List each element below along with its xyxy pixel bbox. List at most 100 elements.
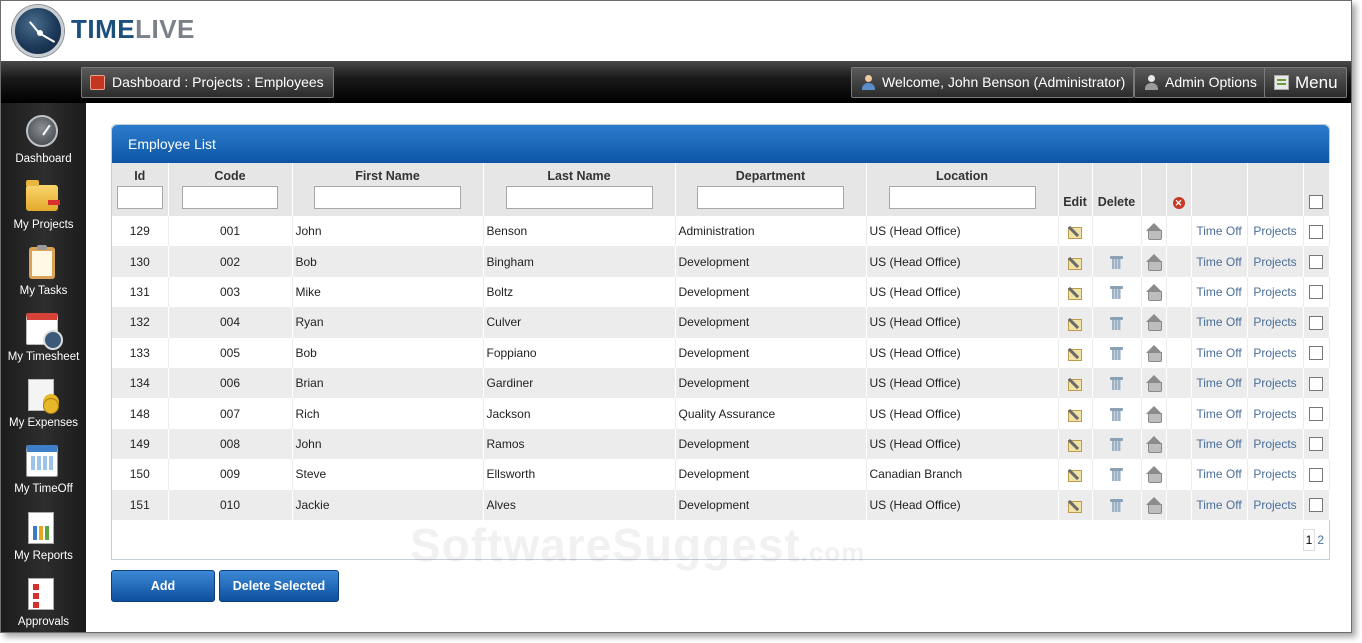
time-off-link[interactable]: Time Off: [1191, 337, 1248, 368]
row-checkbox[interactable]: [1309, 467, 1323, 482]
delete-icon[interactable]: [1110, 498, 1123, 512]
row-checkbox[interactable]: [1309, 498, 1323, 513]
time-off-link[interactable]: Time Off: [1191, 216, 1248, 247]
column-header-department[interactable]: Department: [675, 163, 867, 216]
row-checkbox[interactable]: [1309, 437, 1323, 452]
delete-icon[interactable]: [1110, 438, 1123, 452]
delete-icon[interactable]: [1110, 316, 1123, 330]
sidebar-item-my-reports[interactable]: My Reports: [1, 504, 86, 570]
time-off-link[interactable]: Time Off: [1191, 276, 1248, 308]
delete-icon[interactable]: [1110, 468, 1123, 482]
cell-blank: [1166, 428, 1192, 460]
delete-selected-button[interactable]: Delete Selected: [219, 570, 339, 602]
sidebar-item-my-expenses[interactable]: My Expenses: [1, 371, 86, 437]
time-off-link[interactable]: Time Off: [1191, 459, 1248, 490]
row-checkbox[interactable]: [1309, 346, 1323, 361]
edit-icon[interactable]: [1067, 377, 1083, 392]
projects-link[interactable]: Projects: [1247, 216, 1304, 247]
home-icon[interactable]: [1145, 375, 1163, 393]
sidebar-item-my-timeoff[interactable]: My TimeOff: [1, 437, 86, 503]
sidebar-item-my-timesheet[interactable]: My Timesheet: [1, 305, 86, 371]
home-icon[interactable]: [1145, 496, 1163, 514]
cell-first-name: Bob: [292, 337, 484, 368]
home-icon[interactable]: [1145, 223, 1163, 241]
projects-link[interactable]: Projects: [1247, 337, 1304, 368]
projects-link[interactable]: Projects: [1247, 428, 1304, 460]
admin-options-button[interactable]: Admin Options: [1134, 67, 1266, 98]
home-icon[interactable]: [1145, 314, 1163, 332]
time-off-link[interactable]: Time Off: [1191, 307, 1248, 338]
time-off-link[interactable]: Time Off: [1191, 489, 1248, 520]
column-header-select-all[interactable]: [1303, 163, 1330, 216]
projects-link[interactable]: Projects: [1247, 307, 1304, 338]
projects-link[interactable]: Projects: [1247, 246, 1304, 277]
sidebar-item-my-projects[interactable]: My Projects: [1, 173, 86, 239]
time-off-link[interactable]: Time Off: [1191, 367, 1248, 399]
cell-blank: [1166, 398, 1192, 429]
column-header-code[interactable]: Code: [168, 163, 293, 216]
projects-link[interactable]: Projects: [1247, 459, 1304, 490]
delete-icon[interactable]: [1110, 377, 1123, 391]
column-header-location[interactable]: Location: [866, 163, 1059, 216]
time-off-link[interactable]: Time Off: [1191, 398, 1248, 429]
filter-id-input[interactable]: [116, 186, 163, 209]
projects-link[interactable]: Projects: [1247, 489, 1304, 520]
page-2-link[interactable]: 2: [1315, 530, 1326, 550]
edit-icon[interactable]: [1067, 438, 1083, 453]
time-off-link[interactable]: Time Off: [1191, 428, 1248, 460]
row-checkbox[interactable]: [1309, 285, 1323, 300]
add-button[interactable]: Add: [111, 570, 215, 602]
edit-icon[interactable]: [1067, 499, 1083, 513]
logo[interactable]: TIMELIVE: [71, 14, 195, 45]
sidebar-item-approvals[interactable]: Approvals: [1, 570, 86, 632]
row-checkbox[interactable]: [1309, 315, 1323, 330]
filter-first-name-input[interactable]: [314, 186, 461, 209]
cell-code: 003: [168, 276, 293, 308]
edit-icon[interactable]: [1067, 256, 1083, 270]
edit-icon[interactable]: [1067, 225, 1083, 240]
menu-button[interactable]: Menu: [1264, 67, 1347, 98]
edit-icon[interactable]: [1067, 347, 1083, 361]
time-off-link[interactable]: Time Off: [1191, 246, 1248, 277]
projects-link[interactable]: Projects: [1247, 398, 1304, 429]
cell-department: Development: [675, 489, 867, 520]
cell-edit: [1058, 276, 1093, 308]
sidebar-item-my-tasks[interactable]: My Tasks: [1, 239, 86, 305]
filter-location-input[interactable]: [888, 186, 1036, 209]
home-icon[interactable]: [1145, 405, 1163, 423]
delete-icon[interactable]: [1110, 286, 1123, 300]
projects-link[interactable]: Projects: [1247, 367, 1304, 399]
home-icon[interactable]: [1145, 344, 1163, 362]
welcome-user-button[interactable]: Welcome, John Benson (Administrator): [851, 67, 1135, 98]
delete-icon[interactable]: [1110, 346, 1123, 360]
filter-code-input[interactable]: [182, 186, 278, 209]
cell-department: Development: [675, 337, 867, 368]
column-header-id[interactable]: Id: [112, 163, 169, 216]
edit-icon[interactable]: [1067, 408, 1083, 422]
cell-blank: [1166, 367, 1192, 399]
projects-link[interactable]: Projects: [1247, 276, 1304, 308]
home-icon[interactable]: [1145, 435, 1163, 453]
row-checkbox[interactable]: [1309, 376, 1323, 391]
edit-icon[interactable]: [1067, 468, 1083, 483]
edit-icon[interactable]: [1067, 286, 1083, 301]
delete-icon[interactable]: [1110, 407, 1123, 421]
sidebar-item-dashboard[interactable]: Dashboard: [1, 107, 86, 173]
row-checkbox[interactable]: [1309, 255, 1323, 269]
filter-department-input[interactable]: [697, 186, 844, 209]
delete-icon[interactable]: [1110, 255, 1123, 269]
home-icon[interactable]: [1145, 283, 1163, 301]
select-all-checkbox[interactable]: [1309, 195, 1323, 209]
row-checkbox[interactable]: [1309, 406, 1323, 421]
home-icon[interactable]: [1145, 253, 1163, 271]
breadcrumb[interactable]: Dashboard : Projects : Employees: [81, 67, 334, 98]
edit-icon[interactable]: [1067, 317, 1083, 331]
row-checkbox[interactable]: [1309, 224, 1323, 239]
column-header-first-name[interactable]: First Name: [292, 163, 484, 216]
column-header-delete-all[interactable]: ✕: [1166, 163, 1192, 216]
home-icon[interactable]: [1145, 466, 1163, 484]
delete-all-icon[interactable]: ✕: [1172, 197, 1185, 209]
cell-location: US (Head Office): [866, 428, 1059, 460]
column-header-last-name[interactable]: Last Name: [483, 163, 676, 216]
filter-last-name-input[interactable]: [505, 186, 653, 209]
